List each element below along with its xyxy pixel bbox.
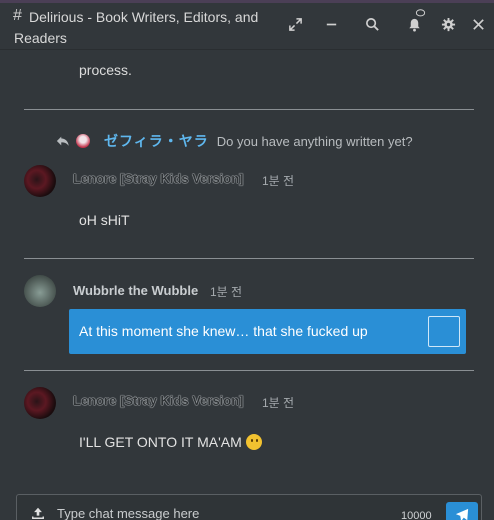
chat-header: # Delirious - Book Writers, Editors, and… [0,3,494,50]
message-author[interactable]: Wubbrle the Wubble [73,283,198,298]
channel-title: Delirious - Book Writers, Editors, and R… [14,9,259,46]
chat-bubble-icon [414,7,426,19]
search-icon[interactable] [363,15,381,33]
chat-composer: 10000 [16,494,482,520]
message-timestamp: 1분 전 [262,396,295,410]
message-divider [24,370,474,371]
avatar[interactable] [24,165,56,197]
reply-preview[interactable]: ゼフィラ・ヤラ Do you have anything written yet… [56,132,413,150]
upload-icon[interactable] [31,506,45,520]
message-text: At this moment she knew… that she fucked… [79,323,368,339]
highlighted-message[interactable]: At this moment she knew… that she fucked… [69,309,466,354]
avatar[interactable] [24,275,56,307]
message-divider [24,109,474,110]
chat-message-input[interactable] [57,503,357,520]
message-select-checkbox[interactable] [428,316,460,347]
reply-author-name[interactable]: ゼフィラ・ヤラ [104,131,209,151]
message-timestamp: 1분 전 [262,174,295,188]
gear-icon[interactable] [439,15,457,33]
minimize-icon[interactable] [322,15,340,33]
message-divider [24,258,474,259]
previous-message-text: process. [79,62,132,78]
send-icon [455,508,469,520]
message-author[interactable]: Lenore [Stray Kids Version] [73,171,244,186]
message-text: I'LL GET ONTO IT MA'AM [79,434,242,450]
message-text: oH sHiT [79,212,130,228]
reply-quoted-text: Do you have anything written yet? [216,133,413,149]
grimace-emoji-icon [245,434,262,450]
reply-icon [56,134,70,148]
message-timestamp: 1분 전 [210,285,243,299]
character-limit-counter: 10000 [401,510,432,520]
reply-avatar [76,134,90,148]
expand-icon[interactable] [286,15,304,33]
send-button[interactable] [446,502,478,520]
message-author[interactable]: Lenore [Stray Kids Version] [73,393,244,408]
message-body: I'LL GET ONTO IT MA'AM [79,434,262,450]
avatar[interactable] [24,387,56,419]
close-icon[interactable] [469,15,487,33]
